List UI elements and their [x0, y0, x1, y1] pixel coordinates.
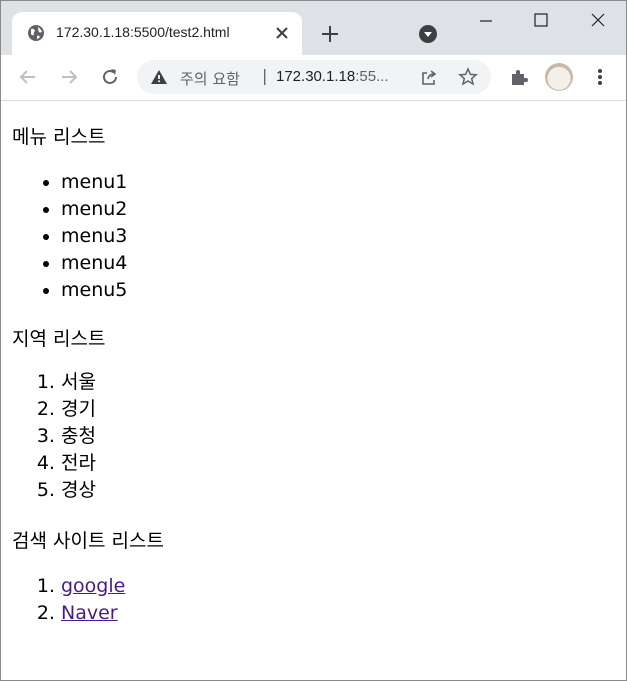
page-content: 메뉴 리스트 menu1 menu2 menu3 menu4 menu5 지역 …	[1, 101, 626, 680]
minimize-icon[interactable]	[473, 9, 499, 31]
title-bar: 172.30.1.18:5500/test2.html	[1, 1, 626, 55]
menu-item: menu4	[61, 250, 127, 277]
region-item: 서울	[61, 369, 96, 396]
security-label[interactable]: 주의 요함	[180, 68, 240, 89]
tab-title: 172.30.1.18:5500/test2.html	[56, 24, 230, 40]
profile-avatar[interactable]	[545, 63, 573, 91]
menu-item: menu2	[61, 196, 127, 223]
menu-heading: 메뉴 리스트	[12, 126, 106, 148]
region-item: 전라	[61, 450, 96, 477]
url-text[interactable]: 172.30.1.18:55...	[276, 68, 389, 85]
close-window-icon[interactable]	[585, 9, 611, 31]
naver-link[interactable]: Naver	[61, 602, 118, 624]
google-link[interactable]: google	[61, 575, 125, 597]
warning-icon[interactable]	[150, 68, 168, 86]
search-site-heading: 검색 사이트 리스트	[12, 530, 164, 552]
browser-tab[interactable]: 172.30.1.18:5500/test2.html	[12, 12, 302, 55]
region-heading: 지역 리스트	[12, 328, 106, 350]
toolbar: 주의 요함 | 172.30.1.18:55...	[1, 55, 626, 101]
globe-icon	[28, 25, 44, 41]
menu-list: menu1 menu2 menu3 menu4 menu5	[1, 169, 127, 304]
forward-arrow-icon[interactable]	[58, 66, 80, 88]
url-host: 172.30.1.18	[276, 68, 356, 85]
kebab-menu-icon[interactable]	[589, 66, 611, 88]
browser-window: 172.30.1.18:5500/test2.html 주의 요함 | 172.…	[0, 0, 627, 681]
region-item: 경기	[61, 396, 96, 423]
search-site-item: google	[61, 573, 125, 600]
region-item: 충청	[61, 423, 96, 450]
extensions-puzzle-icon[interactable]	[508, 66, 530, 88]
share-icon[interactable]	[419, 68, 439, 88]
search-site-list: google Naver	[1, 573, 125, 627]
tab-search-icon[interactable]	[417, 23, 439, 45]
menu-item: menu3	[61, 223, 127, 250]
region-list: 서울 경기 충청 전라 경상	[1, 369, 96, 504]
reload-icon[interactable]	[99, 66, 121, 88]
back-arrow-icon[interactable]	[17, 66, 39, 88]
url-rest: :55...	[355, 68, 389, 85]
bookmark-star-icon[interactable]	[458, 67, 478, 87]
search-site-item: Naver	[61, 600, 125, 627]
close-tab-icon[interactable]	[272, 23, 292, 43]
menu-item: menu5	[61, 277, 127, 304]
address-bar[interactable]: 주의 요함 | 172.30.1.18:55...	[137, 60, 491, 94]
menu-item: menu1	[61, 169, 127, 196]
region-item: 경상	[61, 477, 96, 504]
new-tab-icon[interactable]	[319, 23, 341, 45]
omnibox-separator: |	[262, 66, 268, 85]
maximize-icon[interactable]	[528, 9, 554, 31]
